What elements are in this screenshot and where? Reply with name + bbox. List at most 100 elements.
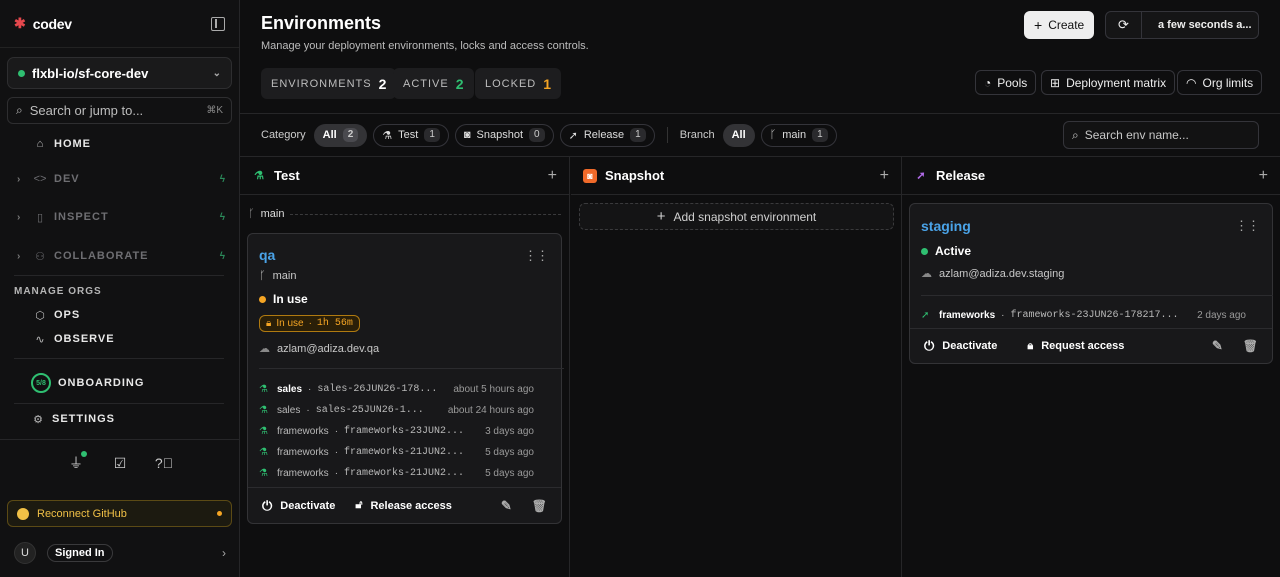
refresh-button[interactable]: ⟳ a few seconds a... [1105, 11, 1259, 39]
category-test-chip[interactable]: ⚗ Test 1 [373, 123, 449, 147]
deactivate-button[interactable]: ⏻ Deactivate [924, 338, 997, 354]
category-release-chip[interactable]: ➚ Release 1 [559, 123, 655, 147]
filter-divider [666, 127, 668, 143]
branch-main-chip[interactable]: ᚴ main 1 [760, 123, 837, 147]
onboarding-progress-ring: 5/8 [31, 373, 51, 393]
plug-icon[interactable]: ⏚ [68, 451, 87, 471]
lock-icon: 🔒︎ [1027, 339, 1034, 352]
category-all-chip[interactable]: All 2 [313, 123, 368, 147]
deploy-separator: · [1001, 310, 1005, 321]
deploy-time: about 5 hours ago [453, 384, 534, 395]
deployment-matrix-button[interactable]: ⊞ Deployment matrix [1041, 70, 1176, 95]
divider [14, 403, 224, 404]
category-snapshot-chip[interactable]: ◙ Snapshot 0 [454, 123, 554, 147]
nav-collaborate[interactable]: › ⚇ COLLABORATE ϟ [0, 245, 240, 267]
drag-handle-icon[interactable]: ⋮⋮ [524, 248, 549, 264]
flask-icon: ⚗ [382, 129, 393, 142]
user-menu[interactable]: U Signed In › [14, 541, 226, 565]
trash-icon[interactable]: 🗑︎ [532, 499, 547, 513]
deploy-package: sales [277, 384, 303, 395]
chip-label: Release [583, 129, 625, 141]
nav-onboarding[interactable]: 5/8 ONBOARDING [0, 372, 240, 394]
deployment-row[interactable]: ➚ frameworks · frameworks-23JUN26-178217… [921, 305, 1246, 326]
lock-separator: · [308, 318, 312, 329]
deployment-row[interactable]: ⚗ frameworks · frameworks-21JUN2... 5 da… [259, 442, 534, 463]
create-button[interactable]: + Create [1024, 11, 1095, 39]
nav-settings[interactable]: ⚙ SETTINGS [0, 408, 240, 430]
column-header: ➚ Release + [902, 157, 1280, 195]
deployment-row[interactable]: ⚗ sales · sales-26JUN26-178... about 5 h… [259, 379, 534, 400]
deployment-row[interactable]: ⚗ frameworks · frameworks-21JUN2... 5 da… [259, 463, 534, 484]
edit-icon[interactable]: ✎ [1212, 338, 1223, 354]
unlock-icon: 🔓︎ [355, 499, 363, 511]
deploy-separator: · [308, 384, 312, 395]
sidebar-utility-icons: ⏚ ☑ ?⃝ [0, 451, 240, 471]
env-card-qa[interactable]: qa ⋮⋮ ᚴ main In use 🔒︎ In use · 1h 56m ☁… [247, 233, 564, 524]
nav-ops[interactable]: ⬡ OPS [0, 304, 240, 326]
salesforce-cloud-icon: ☁ [259, 343, 270, 355]
flask-icon: ⚗ [259, 447, 268, 458]
power-icon: ⏻ [924, 338, 935, 353]
deploy-time: 5 days ago [485, 468, 534, 479]
column-snapshot: ◙ Snapshot + + Add snapshot environment [571, 157, 902, 577]
deploy-separator: · [334, 447, 339, 458]
add-environment-button[interactable]: + [880, 167, 889, 185]
page-subtitle: Manage your deployment environments, loc… [261, 40, 589, 52]
status-text: In use [273, 292, 308, 306]
deactivate-label: Deactivate [942, 340, 998, 352]
chip-label: Test [398, 129, 419, 141]
column-title: Snapshot [605, 168, 665, 183]
branch-all-chip[interactable]: All [722, 123, 755, 147]
search-icon: ⌕ [16, 103, 23, 117]
add-environment-button[interactable]: + [548, 167, 557, 185]
env-name[interactable]: staging [921, 218, 971, 234]
reconnect-github-button[interactable]: Reconnect GitHub [7, 500, 232, 527]
add-snapshot-button[interactable]: + Add snapshot environment [579, 203, 894, 230]
nav-observe-label: OBSERVE [54, 333, 115, 345]
collapse-sidebar-icon[interactable] [211, 16, 225, 31]
deployment-row[interactable]: ⚗ sales · sales-25JUN26-1... about 24 ho… [259, 400, 534, 421]
brand-row: ✱ codev [0, 0, 239, 48]
edit-icon[interactable]: ✎ [501, 498, 512, 514]
users-icon: ⚇ [35, 250, 45, 263]
env-name[interactable]: qa [259, 247, 275, 263]
flask-icon: ⚗ [259, 405, 268, 416]
deployment-row[interactable]: ⚗ frameworks · frameworks-23JUN2... 3 da… [259, 421, 534, 442]
deploy-time: 5 days ago [485, 447, 534, 458]
nav-home[interactable]: ⌂ HOME [0, 133, 240, 155]
release-access-button[interactable]: 🔓︎ Release access [355, 499, 452, 512]
page-title: Environments [261, 13, 382, 33]
nav-dev[interactable]: › <> DEV ϟ [0, 168, 240, 190]
nav-inspect[interactable]: › ▯ INSPECT ϟ [0, 206, 240, 228]
search-jump-input[interactable]: ⌕ Search or jump to... ⌘K [7, 97, 232, 124]
deploy-time: about 24 hours ago [447, 405, 534, 416]
divider [259, 368, 564, 369]
pools-button[interactable]: ◔ Pools [975, 70, 1037, 95]
org-selector[interactable]: flxbl-io/sf-core-dev ⌄ [7, 57, 232, 89]
request-access-button[interactable]: 🔒︎ Request access [1027, 340, 1124, 353]
drag-handle-icon[interactable]: ⋮⋮ [1235, 218, 1260, 234]
nav-ops-label: OPS [54, 309, 81, 321]
add-environment-button[interactable]: + [1259, 167, 1268, 185]
nav-observe[interactable]: ∿ OBSERVE [0, 328, 240, 350]
git-branch-icon: ᚴ [248, 208, 255, 220]
deactivate-button[interactable]: ⏻ Deactivate [262, 498, 335, 514]
env-card-staging[interactable]: staging ⋮⋮ Active ☁ azlam@adiza.dev.stag… [909, 203, 1273, 364]
deploy-separator: · [306, 405, 310, 416]
stat-label: ACTIVE [403, 77, 449, 90]
env-status: In use [259, 292, 308, 306]
clipboard-check-icon[interactable]: ☑ [112, 455, 128, 471]
env-search-input[interactable]: ⌕ Search env name... [1063, 121, 1259, 149]
chevron-right-icon: › [222, 546, 226, 560]
deployment-matrix-label: Deployment matrix [1066, 75, 1167, 90]
env-branch: ᚴ main [259, 270, 296, 282]
org-limits-button[interactable]: ◠ Org limits [1177, 70, 1263, 95]
chevron-right-icon: › [17, 211, 22, 223]
bolt-icon: ϟ [219, 173, 226, 185]
help-icon[interactable]: ?⃝ [155, 455, 173, 471]
brand-name: codev [32, 15, 72, 32]
home-icon: ⌂ [36, 138, 44, 150]
chevron-right-icon: › [17, 250, 22, 262]
trash-icon[interactable]: 🗑︎ [1243, 339, 1258, 353]
inspect-icon: ▯ [36, 211, 44, 224]
